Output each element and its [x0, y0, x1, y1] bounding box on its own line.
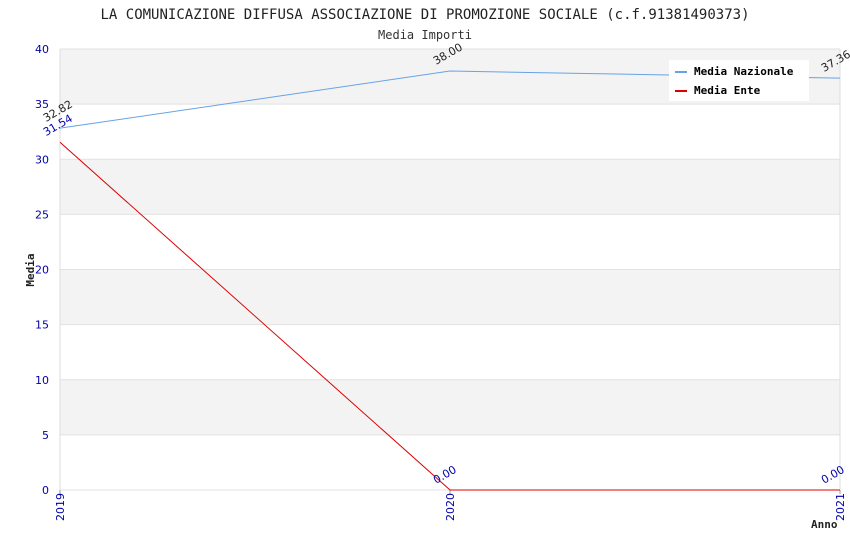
- legend: Media Nazionale Media Ente: [669, 60, 809, 101]
- y-tick-label: 40: [35, 43, 49, 56]
- grid-band: [60, 214, 840, 270]
- grid-band: [60, 379, 840, 435]
- grid-band: [60, 324, 840, 380]
- grid-band: [60, 434, 840, 490]
- y-tick-label: 15: [35, 319, 49, 332]
- y-axis-label: Media: [24, 253, 37, 286]
- chart-title: LA COMUNICAZIONE DIFFUSA ASSOCIAZIONE DI…: [100, 7, 749, 23]
- x-axis-label: Anno: [811, 518, 838, 531]
- y-tick-label: 0: [42, 484, 49, 497]
- grid-band: [60, 269, 840, 325]
- x-tick-label: 2021: [834, 493, 847, 521]
- legend-label-media-nazionale: Media Nazionale: [694, 65, 794, 78]
- chart: LA COMUNICAZIONE DIFFUSA ASSOCIAZIONE DI…: [24, 7, 850, 531]
- grid-band: [60, 159, 840, 215]
- x-axis-ticks: 2019 2020 2021: [54, 490, 847, 521]
- grid-bands: [60, 48, 840, 491]
- chart-subtitle: Media Importi: [378, 28, 472, 42]
- y-tick-label: 5: [42, 429, 49, 442]
- x-tick-label: 2019: [54, 493, 67, 521]
- y-tick-label: 10: [35, 374, 49, 387]
- grid-band: [60, 104, 840, 160]
- y-tick-label: 25: [35, 208, 49, 221]
- y-tick-label: 20: [35, 264, 49, 277]
- x-tick-label: 2020: [444, 493, 457, 521]
- legend-label-media-ente: Media Ente: [694, 84, 761, 97]
- y-tick-label: 30: [35, 153, 49, 166]
